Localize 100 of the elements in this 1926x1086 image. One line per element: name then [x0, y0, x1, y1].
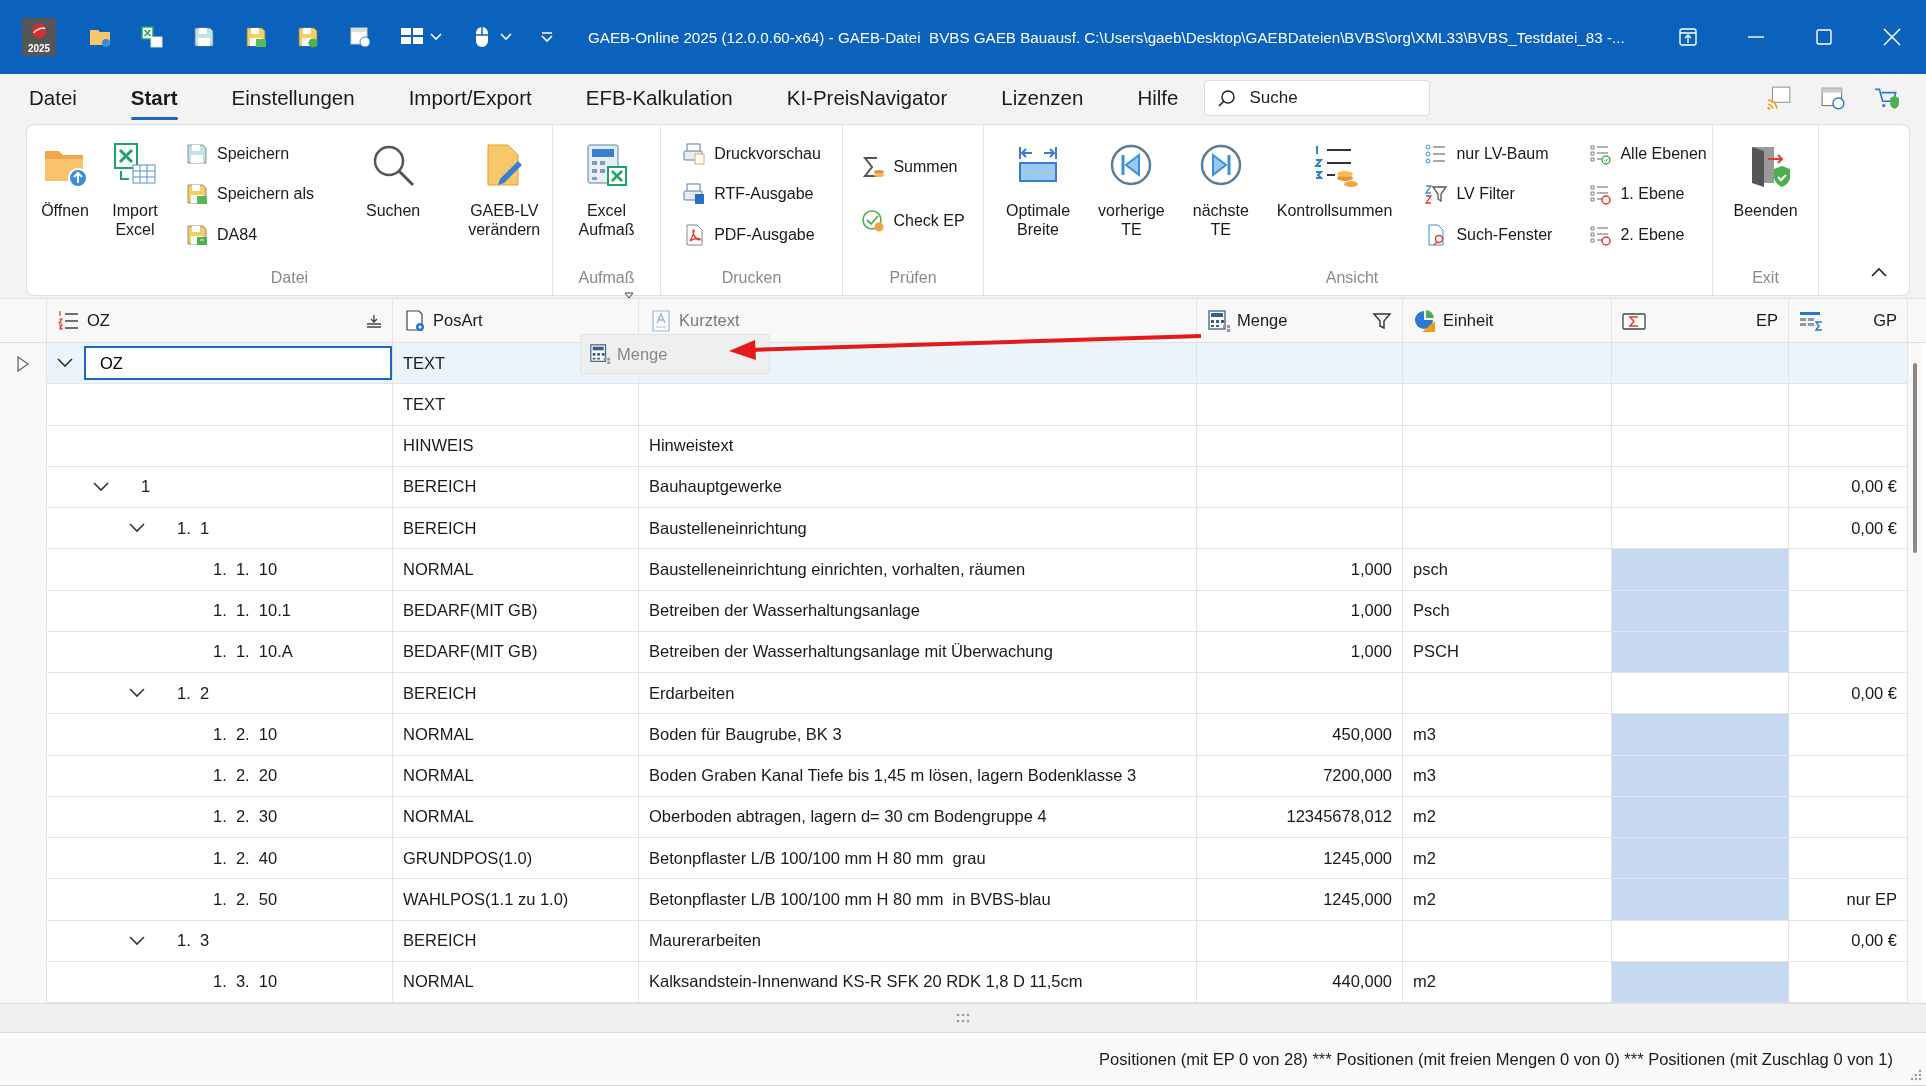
table-cell: 1. 2: [177, 683, 210, 703]
ribbon-button[interactable]: nächste TE: [1188, 125, 1253, 269]
table-cell: psch: [1413, 559, 1448, 579]
table-row[interactable]: 1 BEREICH Bauhauptgewerke 0,00 €: [0, 466, 1908, 508]
ribbon-button[interactable]: LV Filter: [1420, 180, 1557, 208]
table-cell: 1245,000: [1323, 848, 1392, 868]
ribbon-button[interactable]: Öffnen: [37, 125, 93, 269]
table-cell: BEREICH: [403, 683, 477, 703]
table-cell: 1. 2. 40: [213, 848, 278, 868]
table-row[interactable]: 1. 1. 10 NORMAL Baustelleneinrichtung einrichten, vorhalten, räumen 1,000 psch: [0, 549, 1908, 591]
table-cell: Kalksandstein-Innenwand KS-R SFK 20 RDK 1,8 D 11,5cm: [649, 972, 1083, 992]
ribbon-button[interactable]: PDF-Ausgabe: [678, 220, 825, 249]
ribbon-button[interactable]: Kontrollsummen: [1272, 125, 1397, 269]
table-cell: Betreiben der Wasserhaltungsanlage mit Überwachung: [649, 642, 1053, 662]
ribbon-button[interactable]: Optimale Breite: [1002, 125, 1075, 269]
table-cell: GRUNDPOS(1.0): [403, 848, 533, 868]
table-cell: Bauhauptgewerke: [649, 477, 782, 497]
table-cell: 1,000: [1350, 601, 1392, 621]
table-cell: Betonpflaster L/B 100/100 mm H 80 mm grau: [649, 848, 986, 868]
group-label: Datei: [270, 269, 309, 288]
table-cell: m2: [1413, 972, 1436, 992]
group-label: Prüfen: [889, 269, 937, 288]
table-cell: NORMAL: [403, 766, 474, 786]
table-row[interactable]: 1. 2. 40 GRUNDPOS(1.0) Betonpflaster L/B 100/100 mm H 80 mm grau 1245,000 m2: [0, 838, 1908, 880]
menu-tab[interactable]: Einstellungen: [231, 74, 355, 122]
column-header[interactable]: Menge: [1197, 299, 1403, 342]
table-cell: NORMAL: [403, 807, 474, 827]
table-cell: m2: [1413, 889, 1436, 909]
table-cell: 1,000: [1350, 642, 1392, 662]
table-row[interactable]: 1. 2. 50 WAHLPOS(1.1 zu 1.0) Betonpflaster L/B 100/100 mm H 80 mm in BVBS-blau 1245,000 m2 nur EP: [0, 879, 1908, 921]
table-cell: Betonpflaster L/B 100/100 mm H 80 mm in BVBS-blau: [649, 889, 1051, 909]
ribbon-button[interactable]: Druckvorschau: [678, 139, 825, 168]
table-cell: 1,000: [1350, 559, 1392, 579]
ribbon-button[interactable]: Beenden: [1729, 125, 1802, 269]
ribbon-button[interactable]: Alle Ebenen: [1584, 139, 1711, 168]
ribbon-button[interactable]: Check EP: [857, 207, 969, 235]
table-cell: 0,00 €: [1851, 931, 1897, 951]
menu-tab[interactable]: Import/Export: [408, 74, 532, 122]
table-row[interactable]: 1. 2. 20 NORMAL Boden Graben Kanal Tiefe bis 1,45 m lösen, lagern Bodenklasse 3 7200,000 m3: [0, 755, 1908, 797]
table-cell: 1. 2. 20: [213, 766, 278, 786]
table-cell: Baustelleneinrichtung einrichten, vorhalten, räumen: [649, 559, 1026, 579]
table-cell: NORMAL: [403, 724, 474, 744]
table-cell: 0,00 €: [1851, 477, 1897, 497]
menu-tab[interactable]: Lizenzen: [1001, 74, 1084, 122]
table-cell: HINWEIS: [403, 436, 474, 456]
table-cell: 12345678,012: [1286, 807, 1392, 827]
table-cell: 1: [141, 477, 151, 497]
table-cell: Baustelleneinrichtung: [649, 518, 807, 538]
group-label: Aufmaß: [578, 269, 635, 288]
table-cell: WAHLPOS(1.1 zu 1.0): [403, 889, 569, 909]
table-row[interactable]: 1. 1. 10.A BEDARF(MIT GB) Betreiben der Wasserhaltungsanlage mit Überwachung 1,000 PSCH: [0, 631, 1908, 673]
table-cell: m3: [1413, 766, 1436, 786]
ribbon-button[interactable]: Summen: [857, 153, 969, 181]
ribbon-button[interactable]: Speichern: [181, 139, 318, 168]
column-header[interactable]: EP: [1612, 299, 1789, 342]
column-header[interactable]: OZ: [47, 299, 393, 342]
ribbon-button[interactable]: Suchen: [361, 125, 425, 269]
group-label: Ansicht: [1325, 269, 1379, 288]
menu-tab[interactable]: KI-PreisNavigator: [786, 74, 948, 122]
ribbon-button[interactable]: GAEB-LV verändern: [464, 125, 545, 269]
ribbon-button[interactable]: RTF-Ausgabe: [678, 180, 825, 208]
ribbon-button[interactable]: Such-Fenster: [1420, 220, 1557, 249]
column-header[interactable]: GP: [1789, 299, 1908, 342]
search-field[interactable]: Suche: [1204, 80, 1431, 116]
table-cell: 1. 3: [177, 931, 210, 951]
menu-tab[interactable]: Start: [130, 74, 178, 122]
table-row[interactable]: 1. 2. 30 NORMAL Oberboden abtragen, lagern d= 30 cm Bodengruppe 4 12345678,012 m2: [0, 796, 1908, 838]
table-row[interactable]: TEXT: [0, 384, 1908, 426]
table-cell: TEXT: [403, 353, 446, 373]
table-row[interactable]: 1. 3 BEREICH Maurerarbeiten 0,00 €: [0, 920, 1908, 962]
table-cell: 1. 1. 10.1: [213, 601, 291, 621]
menu-tab[interactable]: EFB-Kalkulation: [585, 74, 733, 122]
window-title: GAEB-Online 2025 (12.0.0.60-x64) - GAEB-Datei BVBS GAEB Bauausf. C:\Users\gaeb\Desktop\GAEBDateien\BVBS\org\XML33\BVBS_Testdatei_83 -...: [588, 28, 1625, 46]
ribbon-button[interactable]: Speichern als: [181, 180, 318, 208]
table-cell: NORMAL: [403, 972, 474, 992]
ribbon-button[interactable]: 1. Ebene: [1584, 180, 1711, 208]
ribbon-button[interactable]: Import Excel: [107, 125, 163, 269]
table-cell: nur EP: [1846, 889, 1897, 909]
table-row[interactable]: HINWEIS Hinweistext: [0, 425, 1908, 467]
table-cell: 1. 2. 30: [213, 807, 278, 827]
table-cell: 440,000: [1332, 972, 1392, 992]
group-label: Drucken: [721, 269, 782, 288]
table-row[interactable]: 1. 2. 10 NORMAL Boden für Baugrube, BK 3 450,000 m3: [0, 714, 1908, 756]
ribbon-button[interactable]: Excel Aufmaß: [574, 125, 639, 269]
ribbon-button[interactable]: vorherige TE: [1094, 125, 1169, 269]
menu-tab[interactable]: Datei: [29, 74, 77, 122]
table-row[interactable]: 1. 1. 10.1 BEDARF(MIT GB) Betreiben der Wasserhaltungsanlage 1,000 Psch: [0, 590, 1908, 632]
input-field[interactable]: OZ: [84, 346, 392, 381]
table-cell: BEREICH: [403, 931, 477, 951]
table-cell: 450,000: [1332, 724, 1392, 744]
ribbon-button[interactable]: DA84: [181, 220, 318, 249]
ribbon-button[interactable]: 2. Ebene: [1584, 220, 1711, 249]
column-header[interactable]: Einheit: [1403, 299, 1612, 342]
table-cell: 1. 1. 10: [213, 559, 278, 579]
menu-tab[interactable]: Hilfe: [1137, 74, 1179, 122]
ribbon-button[interactable]: nur LV-Baum: [1420, 139, 1557, 168]
table-cell: 0,00 €: [1851, 683, 1897, 703]
table-row[interactable]: 1. 1 BEREICH Baustelleneinrichtung 0,00 €: [0, 508, 1908, 550]
table-row[interactable]: 1. 2 BEREICH Erdarbeiten 0,00 €: [0, 673, 1908, 715]
table-cell: Boden für Baugrube, BK 3: [649, 724, 842, 744]
